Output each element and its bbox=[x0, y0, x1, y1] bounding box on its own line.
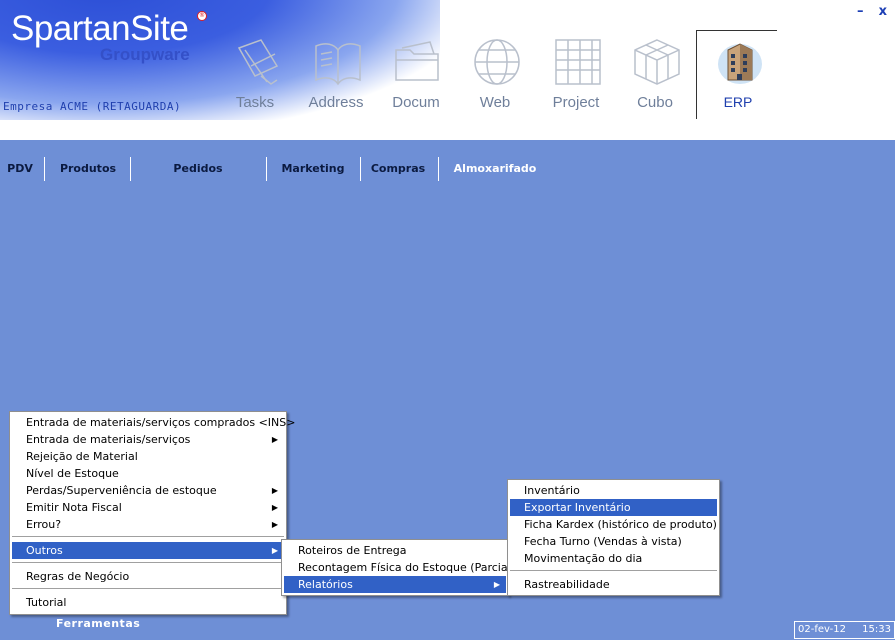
menu-separator bbox=[12, 588, 284, 590]
menu-item[interactable]: Recontagem Física do Estoque (Parcial) bbox=[284, 559, 515, 576]
close-button[interactable]: x bbox=[879, 4, 887, 19]
menu-item[interactable]: Perdas/Superveniência de estoque ▶ bbox=[12, 482, 284, 499]
app-header: SpartanSite ® Groupware Empresa ACME (RE… bbox=[0, 0, 895, 140]
menu-item-outros[interactable]: Outros ▶ bbox=[12, 542, 284, 559]
divider bbox=[266, 157, 267, 181]
module-bar: PDV Produtos Pedidos Marketing Compras A… bbox=[0, 155, 895, 185]
divider bbox=[130, 157, 131, 181]
app-label: Cubo bbox=[637, 94, 673, 111]
app-address[interactable]: Address bbox=[300, 36, 372, 116]
app-erp[interactable]: ERP bbox=[702, 36, 774, 116]
tools-menu-button[interactable]: Ferramentas bbox=[56, 617, 140, 630]
menu-separator bbox=[12, 536, 284, 538]
app-label: Docum bbox=[392, 94, 440, 111]
menu-item[interactable]: Movimentação do dia bbox=[510, 550, 717, 567]
menu-item[interactable]: Rejeição de Material bbox=[12, 448, 284, 465]
submenu-arrow-icon: ▶ bbox=[271, 546, 278, 555]
tab-pdv[interactable]: PDV bbox=[0, 155, 40, 183]
menu-item[interactable]: Entrada de materiais/serviços comprados … bbox=[12, 414, 295, 431]
menu-item[interactable]: Nível de Estoque bbox=[12, 465, 284, 482]
menu-item-relatorios[interactable]: Relatórios ▶ bbox=[284, 576, 506, 593]
menu-item[interactable]: Entrada de materiais/serviços ▶ bbox=[12, 431, 284, 448]
building-icon bbox=[718, 43, 762, 84]
cube-icon bbox=[634, 39, 680, 85]
folder-icon bbox=[395, 41, 439, 81]
divider bbox=[360, 157, 361, 181]
company-name: Empresa ACME (RETAGUARDA) bbox=[3, 100, 182, 113]
globe-icon bbox=[474, 39, 520, 85]
menu-item[interactable]: Inventário bbox=[510, 482, 717, 499]
submenu-arrow-icon: ▶ bbox=[271, 435, 278, 444]
menu-item[interactable]: Emitir Nota Fiscal ▶ bbox=[12, 499, 284, 516]
brand-title: SpartanSite bbox=[11, 9, 189, 48]
menu-item[interactable]: Regras de Negócio bbox=[12, 568, 284, 585]
menu-item[interactable]: Errou? ▶ bbox=[12, 516, 284, 533]
tab-almoxarifado[interactable]: Almoxarifado bbox=[446, 155, 544, 183]
menu-item[interactable]: Fecha Turno (Vendas à vista) bbox=[510, 533, 717, 550]
app-label: Tasks bbox=[235, 94, 275, 111]
registered-mark: ® bbox=[197, 11, 207, 21]
app-label: ERP bbox=[723, 94, 753, 110]
menu-item[interactable]: Ficha Kardex (histórico de produto) bbox=[510, 516, 717, 533]
menu-item[interactable]: Rastreabilidade bbox=[510, 576, 717, 593]
menu-item[interactable]: Roteiros de Entrega bbox=[284, 542, 506, 559]
relatorios-submenu: Inventário Exportar Inventário Ficha Kar… bbox=[507, 479, 720, 596]
project-icon bbox=[555, 39, 601, 85]
tab-marketing[interactable]: Marketing bbox=[272, 155, 354, 183]
submenu-arrow-icon: ▶ bbox=[271, 503, 278, 512]
menu-item[interactable]: Tutorial bbox=[12, 594, 284, 611]
outros-submenu: Roteiros de Entrega Recontagem Física do… bbox=[281, 539, 515, 596]
submenu-arrow-icon: ▶ bbox=[271, 520, 278, 529]
address-book-icon bbox=[315, 43, 361, 86]
submenu-arrow-icon: ▶ bbox=[493, 580, 500, 589]
tab-pedidos[interactable]: Pedidos bbox=[134, 155, 262, 183]
menu-separator bbox=[12, 562, 284, 564]
status-datetime: 02-fev-12 15:33 bbox=[794, 621, 895, 639]
divider bbox=[44, 157, 45, 181]
brand-subtitle: Groupware bbox=[100, 45, 190, 64]
app-cubo[interactable]: Cubo bbox=[619, 36, 691, 116]
status-date: 02-fev-12 bbox=[798, 624, 846, 635]
divider bbox=[438, 157, 439, 181]
minimize-button[interactable]: – bbox=[857, 4, 864, 19]
almoxarifado-menu: Entrada de materiais/serviços comprados … bbox=[9, 411, 295, 615]
menu-item-exportar-inventario[interactable]: Exportar Inventário bbox=[510, 499, 717, 516]
submenu-arrow-icon: ▶ bbox=[271, 486, 278, 495]
app-label: Address bbox=[308, 94, 364, 111]
app-project[interactable]: Project bbox=[540, 36, 612, 116]
tasks-icon bbox=[237, 39, 279, 85]
app-docum[interactable]: Docum bbox=[380, 36, 452, 116]
app-tasks[interactable]: Tasks bbox=[219, 36, 291, 116]
app-web[interactable]: Web bbox=[459, 36, 531, 116]
window-controls: – x bbox=[847, 0, 887, 19]
tab-compras[interactable]: Compras bbox=[364, 155, 432, 183]
app-label: Web bbox=[479, 94, 511, 111]
status-time: 15:33 bbox=[862, 624, 891, 635]
tab-produtos[interactable]: Produtos bbox=[50, 155, 126, 183]
app-label: Project bbox=[552, 94, 600, 111]
menu-separator bbox=[510, 570, 717, 572]
